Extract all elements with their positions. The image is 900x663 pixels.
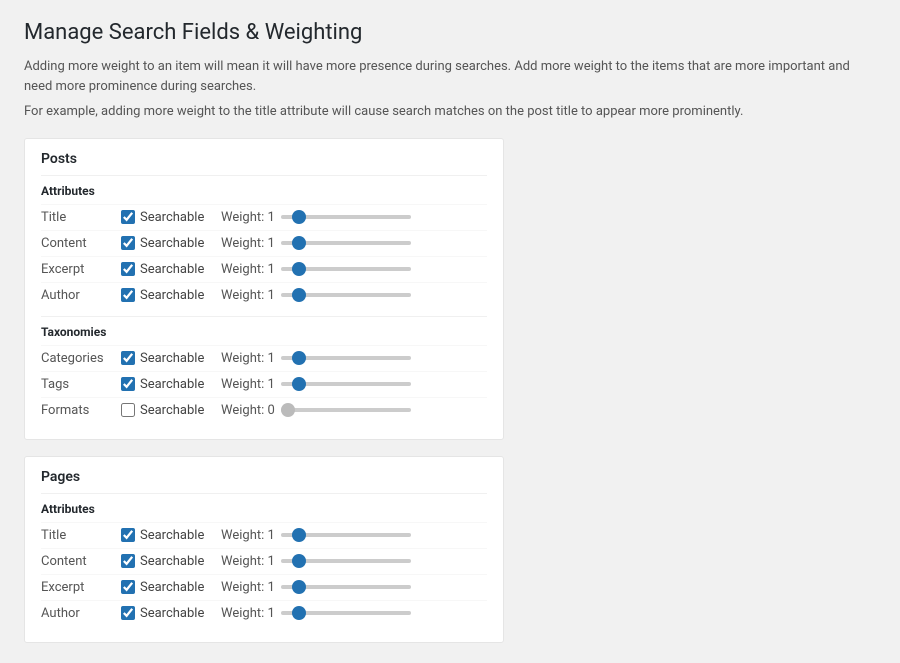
attribute-name: Excerpt — [41, 262, 121, 277]
searchable-label: Searchable — [140, 554, 204, 569]
searchable-checkbox[interactable] — [121, 262, 135, 276]
weight-slider[interactable] — [281, 293, 411, 297]
section-title-pages: Pages — [41, 469, 487, 485]
weight-slider[interactable] — [281, 241, 411, 245]
group-label-taxonomies: Taxonomies — [41, 316, 487, 339]
searchable-checkbox-label[interactable]: Searchable — [121, 554, 221, 569]
page-title: Manage Search Fields & Weighting — [24, 20, 876, 45]
attribute-name: Content — [41, 236, 121, 251]
searchable-checkbox[interactable] — [121, 606, 135, 620]
searchable-checkbox[interactable] — [121, 528, 135, 542]
description-1: Adding more weight to an item will mean … — [24, 57, 876, 96]
searchable-label: Searchable — [140, 606, 204, 621]
weight-slider[interactable] — [281, 585, 411, 589]
searchable-checkbox[interactable] — [121, 236, 135, 250]
weight-slider[interactable] — [281, 267, 411, 271]
searchable-label: Searchable — [140, 377, 204, 392]
searchable-checkbox-label[interactable]: Searchable — [121, 580, 221, 595]
weight-slider[interactable] — [281, 408, 411, 412]
table-row: Title Searchable Weight: 1 — [41, 522, 487, 548]
searchable-label: Searchable — [140, 403, 204, 418]
table-row: Author Searchable Weight: 1 — [41, 600, 487, 626]
attribute-name: Content — [41, 554, 121, 569]
searchable-checkbox-label[interactable]: Searchable — [121, 377, 221, 392]
attribute-name: Categories — [41, 351, 121, 366]
searchable-checkbox-label[interactable]: Searchable — [121, 403, 221, 418]
attribute-name: Excerpt — [41, 580, 121, 595]
weight-slider-wrapper — [281, 293, 487, 297]
table-row: Content Searchable Weight: 1 — [41, 230, 487, 256]
weight-slider[interactable] — [281, 356, 411, 360]
weight-slider[interactable] — [281, 559, 411, 563]
weight-slider[interactable] — [281, 611, 411, 615]
table-row: Title Searchable Weight: 1 — [41, 204, 487, 230]
searchable-checkbox[interactable] — [121, 351, 135, 365]
section-pages: PagesAttributesTitleSearchableWeight: 1C… — [24, 456, 504, 643]
table-row: Formats Searchable Weight: 0 — [41, 397, 487, 423]
attribute-name: Title — [41, 210, 121, 225]
table-row: Tags Searchable Weight: 1 — [41, 371, 487, 397]
weight-slider-wrapper — [281, 533, 487, 537]
attribute-name: Formats — [41, 403, 121, 418]
weight-slider[interactable] — [281, 382, 411, 386]
searchable-checkbox-label[interactable]: Searchable — [121, 210, 221, 225]
searchable-checkbox-label[interactable]: Searchable — [121, 262, 221, 277]
weight-slider-wrapper — [281, 585, 487, 589]
searchable-checkbox-label[interactable]: Searchable — [121, 236, 221, 251]
weight-label: Weight: 1 — [221, 606, 275, 621]
searchable-checkbox[interactable] — [121, 377, 135, 391]
description-2: For example, adding more weight to the t… — [24, 102, 876, 122]
weight-slider[interactable] — [281, 533, 411, 537]
weight-label: Weight: 1 — [221, 528, 275, 543]
attribute-name: Author — [41, 288, 121, 303]
searchable-checkbox-label[interactable]: Searchable — [121, 528, 221, 543]
searchable-label: Searchable — [140, 262, 204, 277]
searchable-label: Searchable — [140, 580, 204, 595]
weight-slider-wrapper — [281, 215, 487, 219]
weight-label: Weight: 1 — [221, 580, 275, 595]
weight-slider[interactable] — [281, 215, 411, 219]
searchable-label: Searchable — [140, 351, 204, 366]
searchable-checkbox[interactable] — [121, 580, 135, 594]
searchable-checkbox-label[interactable]: Searchable — [121, 606, 221, 621]
table-row: Author Searchable Weight: 1 — [41, 282, 487, 308]
attribute-name: Title — [41, 528, 121, 543]
section-title-posts: Posts — [41, 151, 487, 167]
group-label-attributes: Attributes — [41, 175, 487, 198]
weight-slider-wrapper — [281, 382, 487, 386]
weight-label: Weight: 1 — [221, 262, 275, 277]
searchable-checkbox-label[interactable]: Searchable — [121, 351, 221, 366]
weight-label: Weight: 1 — [221, 288, 275, 303]
weight-slider-wrapper — [281, 241, 487, 245]
weight-label: Weight: 1 — [221, 554, 275, 569]
searchable-checkbox[interactable] — [121, 403, 135, 417]
searchable-label: Searchable — [140, 288, 204, 303]
attribute-name: Tags — [41, 377, 121, 392]
group-label-attributes: Attributes — [41, 493, 487, 516]
weight-slider-wrapper — [281, 611, 487, 615]
searchable-label: Searchable — [140, 528, 204, 543]
table-row: Content Searchable Weight: 1 — [41, 548, 487, 574]
searchable-label: Searchable — [140, 236, 204, 251]
searchable-label: Searchable — [140, 210, 204, 225]
weight-label: Weight: 1 — [221, 236, 275, 251]
weight-slider-wrapper — [281, 559, 487, 563]
table-row: Excerpt Searchable Weight: 1 — [41, 574, 487, 600]
weight-label: Weight: 0 — [221, 403, 275, 418]
weight-label: Weight: 1 — [221, 351, 275, 366]
table-row: Excerpt Searchable Weight: 1 — [41, 256, 487, 282]
weight-slider-wrapper — [281, 356, 487, 360]
searchable-checkbox[interactable] — [121, 288, 135, 302]
weight-label: Weight: 1 — [221, 210, 275, 225]
table-row: Categories Searchable Weight: 1 — [41, 345, 487, 371]
weight-slider-wrapper — [281, 267, 487, 271]
weight-label: Weight: 1 — [221, 377, 275, 392]
section-posts: PostsAttributesTitleSearchableWeight: 1C… — [24, 138, 504, 440]
searchable-checkbox-label[interactable]: Searchable — [121, 288, 221, 303]
attribute-name: Author — [41, 606, 121, 621]
searchable-checkbox[interactable] — [121, 554, 135, 568]
weight-slider-wrapper — [281, 408, 487, 412]
searchable-checkbox[interactable] — [121, 210, 135, 224]
